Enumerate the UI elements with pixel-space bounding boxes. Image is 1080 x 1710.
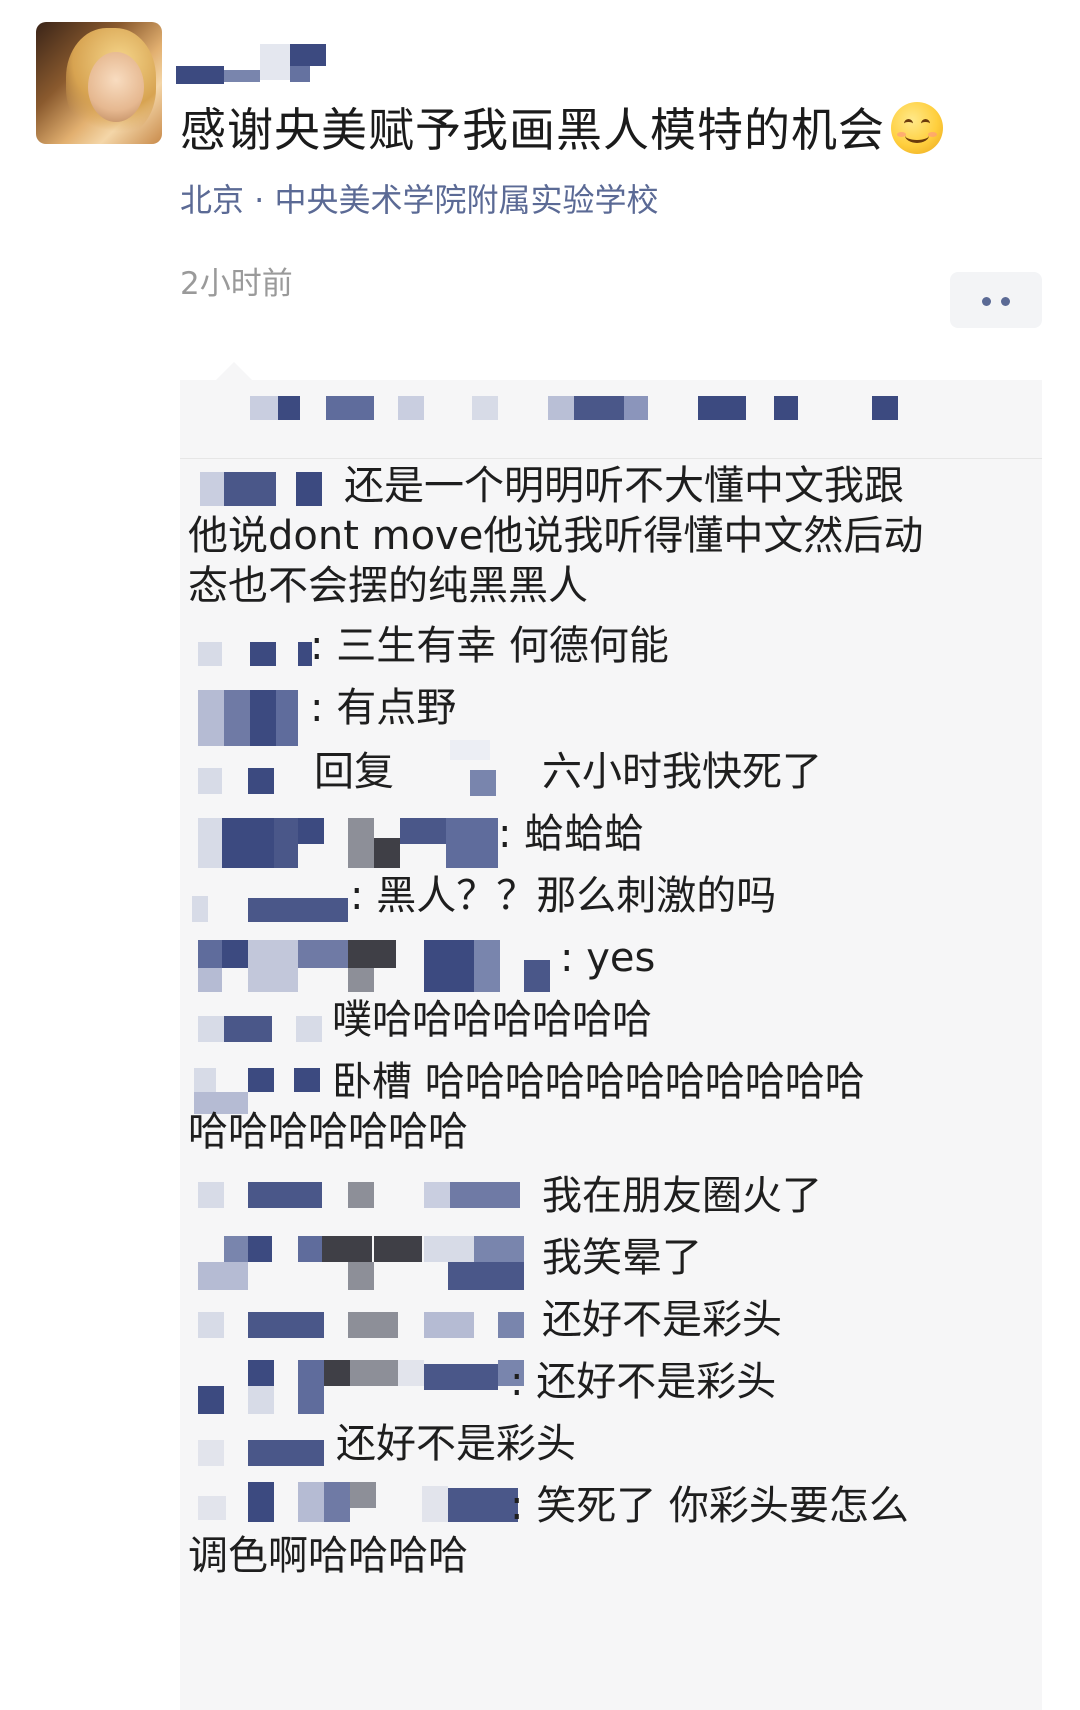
more-dot-icon [1001,297,1010,306]
post-text: 感谢央美赋予我画黑人模特的机会 [180,100,943,160]
avatar-face [88,52,144,122]
commenter-name-redacted[interactable] [198,1236,528,1292]
location-link[interactable]: 北京 · 中央美术学院附属实验学校 [180,180,659,220]
comment-text: 还是一个明明听不大懂中文我跟 [344,463,904,509]
comment-text: : yes [560,935,656,981]
commenter-name-redacted[interactable] [198,764,298,796]
comment-text: : 笑死了 你彩头要怎么 [510,1483,909,1529]
comment-text: 哈哈哈哈哈哈哈 [188,1109,468,1155]
comment-text: 六小时我快死了 [542,749,822,795]
username-redacted[interactable] [176,44,326,86]
reply-target-redacted[interactable] [430,740,510,800]
comment-text: 卧槽 哈哈哈哈哈哈哈哈哈哈哈 [332,1059,865,1105]
comment-text: 回复 [314,749,394,795]
comment-text: 还好不是彩头 [542,1297,782,1343]
comment-text: : 有点野 [310,685,457,731]
comment-text: 还好不是彩头 [336,1421,576,1467]
comment-text: : 黑人？？那么刺激的吗 [350,873,777,919]
avatar[interactable] [36,22,162,144]
commenter-name-redacted[interactable] [198,1436,328,1468]
comment-text: : 三生有幸 何德何能 [310,623,669,669]
commenter-name-redacted[interactable] [198,1360,528,1416]
more-dot-icon [982,297,991,306]
smile-emoji-icon [891,102,943,154]
comment-text: 噗哈哈哈哈哈哈哈 [332,997,652,1043]
commenter-name-redacted[interactable] [200,470,330,510]
comment-text: 他说dont move他说我听得懂中文然后动 [188,513,924,559]
commenter-name-redacted[interactable] [192,888,352,924]
commenter-name-redacted[interactable] [198,636,318,670]
commenter-name-redacted[interactable] [192,1482,522,1536]
comment-text: : 还好不是彩头 [510,1359,777,1405]
likes-row-redacted[interactable] [180,380,1042,459]
comment-section: 还是一个明明听不大懂中文我跟 他说dont move他说我听得懂中文然后动 态也… [180,362,1042,1710]
commenter-name-redacted[interactable] [198,940,558,994]
more-actions-button[interactable] [950,272,1042,328]
post-text-content: 感谢央美赋予我画黑人模特的机会 [180,103,885,157]
post-time: 2小时前 [180,266,293,302]
commenter-name-redacted[interactable] [198,1308,528,1342]
commenter-name-redacted[interactable] [198,812,518,868]
comment-text: 调色啊哈哈哈哈 [188,1533,468,1579]
comment-text: 态也不会摆的纯黑黑人 [188,563,588,609]
comment-text: 我在朋友圈火了 [542,1173,822,1219]
comment-text: : 蛤蛤蛤 [498,811,645,857]
commenter-name-redacted[interactable] [198,1170,528,1222]
commenter-name-redacted[interactable] [198,690,308,746]
comment-box-arrow [216,362,252,380]
commenter-name-redacted[interactable] [198,1012,328,1046]
comment-text: 我笑晕了 [542,1235,702,1281]
